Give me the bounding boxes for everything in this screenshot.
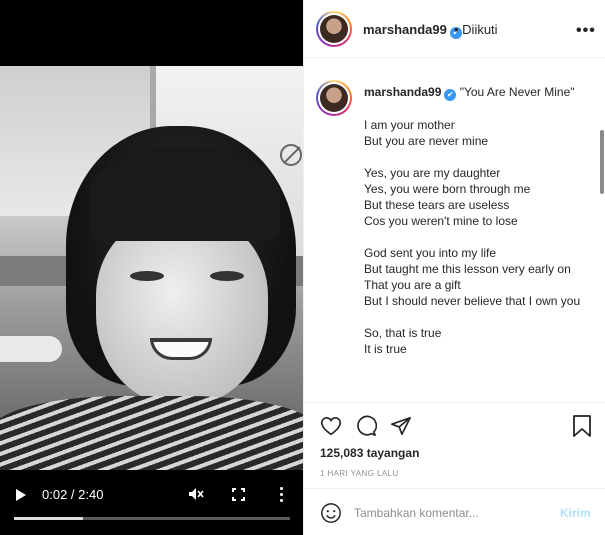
avatar[interactable] [316, 11, 352, 47]
emoji-icon[interactable] [320, 502, 342, 524]
child-left-eye [130, 271, 164, 281]
comment-input[interactable] [354, 501, 554, 525]
child-bangs [90, 146, 280, 241]
video-time: 0:02 / 2:40 [42, 487, 104, 502]
post-actions: 125,083 tayangan 1 HARI YANG LALU [304, 402, 605, 488]
mute-icon[interactable] [188, 487, 204, 501]
post-header: marshanda99 ✔ • Diikuti ••• [304, 0, 605, 58]
like-heart-icon[interactable] [320, 415, 342, 437]
bookmark-icon[interactable] [572, 415, 592, 437]
header-username[interactable]: marshanda99 ✔ [363, 22, 462, 39]
video-more-icon[interactable] [280, 487, 284, 503]
caption-scrollbar[interactable] [600, 130, 604, 194]
no-smoking-sign [280, 144, 302, 166]
child-face [96, 216, 268, 406]
video-progress-bar[interactable] [14, 517, 290, 520]
child-sweater [0, 396, 303, 470]
share-icon[interactable] [390, 415, 412, 437]
follow-status[interactable]: • Diikuti [454, 22, 498, 37]
caption-body: "You Are Never Mine" I am your mother Bu… [364, 85, 581, 356]
video-controls: 0:02 / 2:40 [0, 478, 303, 518]
caption-username[interactable]: marshanda99 [364, 85, 441, 99]
verified-icon: ✔ [444, 89, 457, 101]
caption-text: marshanda99 ✔ "You Are Never Mine" I am y… [364, 84, 592, 357]
background-dish [0, 336, 62, 362]
video-progress-fill [14, 517, 83, 520]
post-comment-button[interactable]: Kirim [560, 506, 591, 520]
view-count[interactable]: 125,083 tayangan [320, 446, 419, 460]
post-timestamp[interactable]: 1 HARI YANG LALU [320, 469, 399, 478]
more-options-icon[interactable]: ••• [576, 22, 596, 40]
play-icon[interactable] [16, 489, 26, 501]
comment-icon[interactable] [355, 415, 378, 437]
post-sidebar: marshanda99 ✔ • Diikuti ••• marshanda99 ✔ … [303, 0, 605, 535]
video-frame[interactable] [0, 66, 303, 470]
video-player[interactable]: 0:02 / 2:40 [0, 0, 303, 535]
child-right-eye [210, 271, 244, 281]
fullscreen-icon[interactable] [231, 487, 247, 503]
caption-avatar[interactable] [316, 80, 352, 116]
caption-area: marshanda99 ✔ "You Are Never Mine" I am y… [304, 66, 605, 402]
add-comment-bar: Kirim [304, 488, 605, 535]
